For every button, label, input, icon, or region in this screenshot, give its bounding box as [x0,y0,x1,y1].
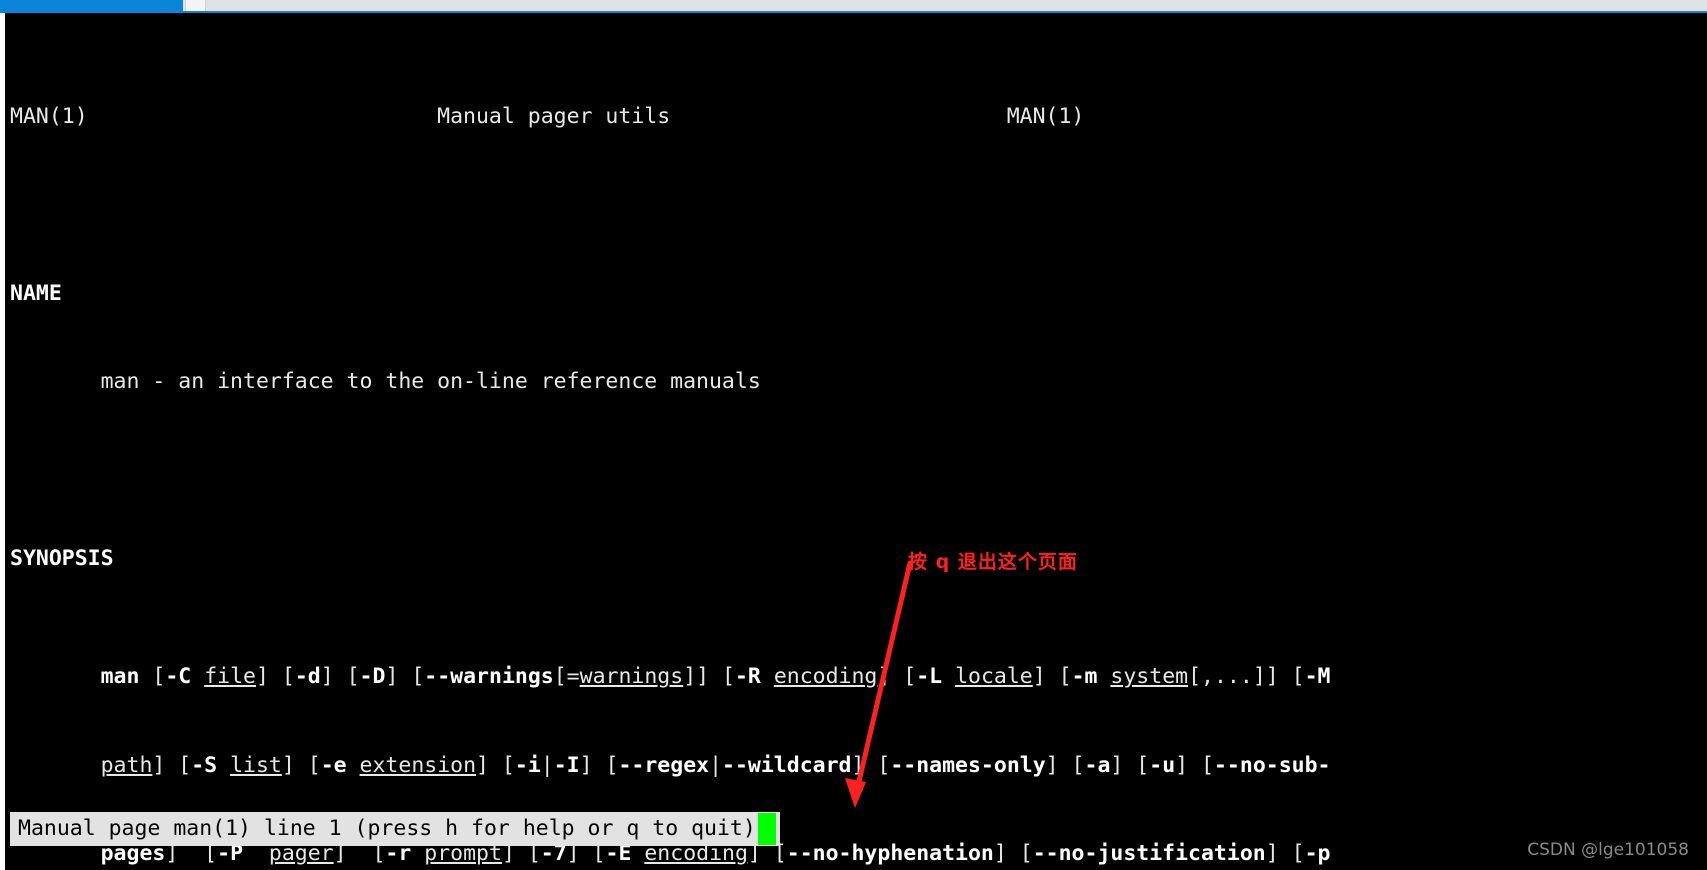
synopsis-line-2: path] [-S list] [-e extension] [-i|-I] [… [100,752,1331,778]
annotation-text: 按 q 退出这个页面 [908,551,1078,573]
synopsis-line-1: man [-C file] [-d] [-D] [--warnings[=war… [100,664,1331,689]
section-heading-name: NAME [10,280,62,306]
section-heading-synopsis: SYNOPSIS [10,546,114,571]
man-header-line: MAN(1) Manual pager utils MAN(1) [10,103,1085,129]
pager-status-bar[interactable]: Manual page man(1) line 1 (press h for h… [10,812,780,846]
name-body: man - an interface to the on-line refere… [10,369,761,394]
browser-progress-bar[interactable] [0,0,1707,13]
text-cursor [757,813,776,845]
watermark: CSDN @lge101058 [1527,840,1689,860]
man-page-content: MAN(1) Manual pager utils MAN(1) NAME ma… [5,13,1707,870]
pager-status-text: Manual page man(1) line 1 (press h for h… [18,816,756,841]
terminal-window: MAN(1) Manual pager utils MAN(1) NAME ma… [0,0,1707,870]
